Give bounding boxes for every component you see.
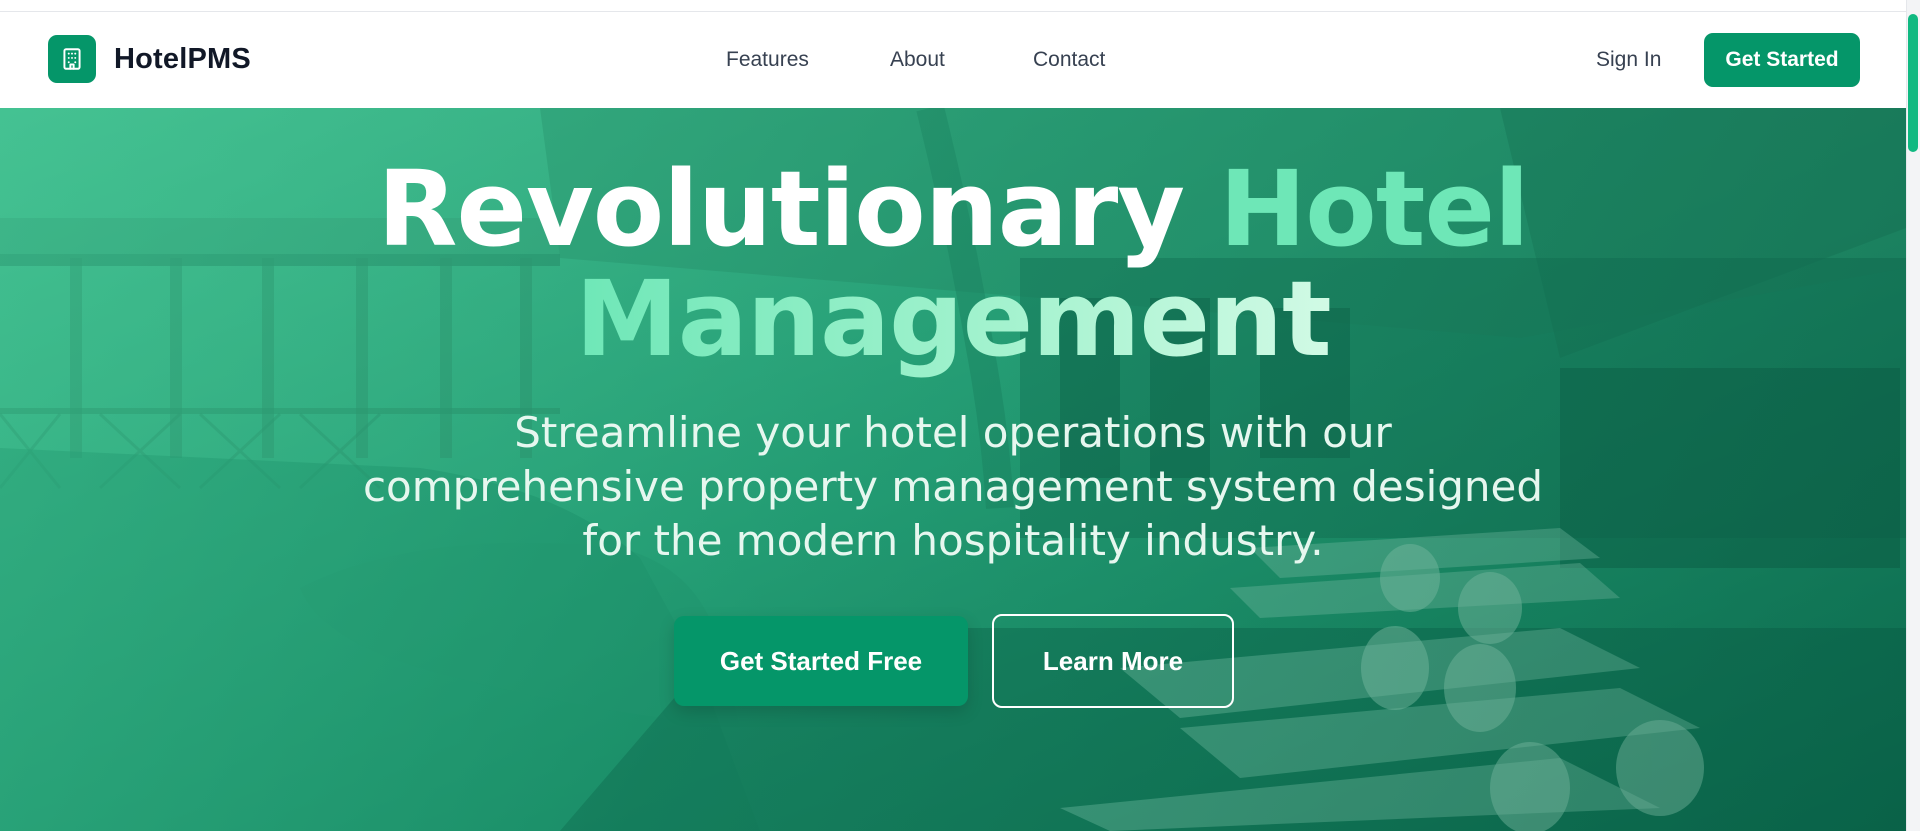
hero-subheadline: Streamline your hotel operations with ou… [362,408,1544,565]
navbar: HotelPMS Features About Contact Sign In … [0,12,1906,108]
nav-link-features[interactable]: Features [726,48,809,72]
learn-more-button[interactable]: Learn More [992,614,1234,708]
headline-part-2: Hotel [1219,148,1529,270]
hero-headline: Revolutionary Hotel Management [0,154,1906,374]
sign-in-link[interactable]: Sign In [1596,48,1661,72]
get-started-button[interactable]: Get Started [1704,33,1860,87]
landing-page: HotelPMS Features About Contact Sign In … [0,0,1920,831]
scrollbar-thumb[interactable] [1908,14,1918,152]
top-border [0,0,1906,12]
nav-link-about[interactable]: About [890,48,945,72]
get-started-free-button[interactable]: Get Started Free [674,616,968,706]
hero-section: Revolutionary Hotel Management Streamlin… [0,108,1906,831]
nav-link-contact[interactable]: Contact [1033,48,1105,72]
headline-part-3: Management [575,258,1332,380]
headline-part-1: Revolutionary [377,148,1185,270]
